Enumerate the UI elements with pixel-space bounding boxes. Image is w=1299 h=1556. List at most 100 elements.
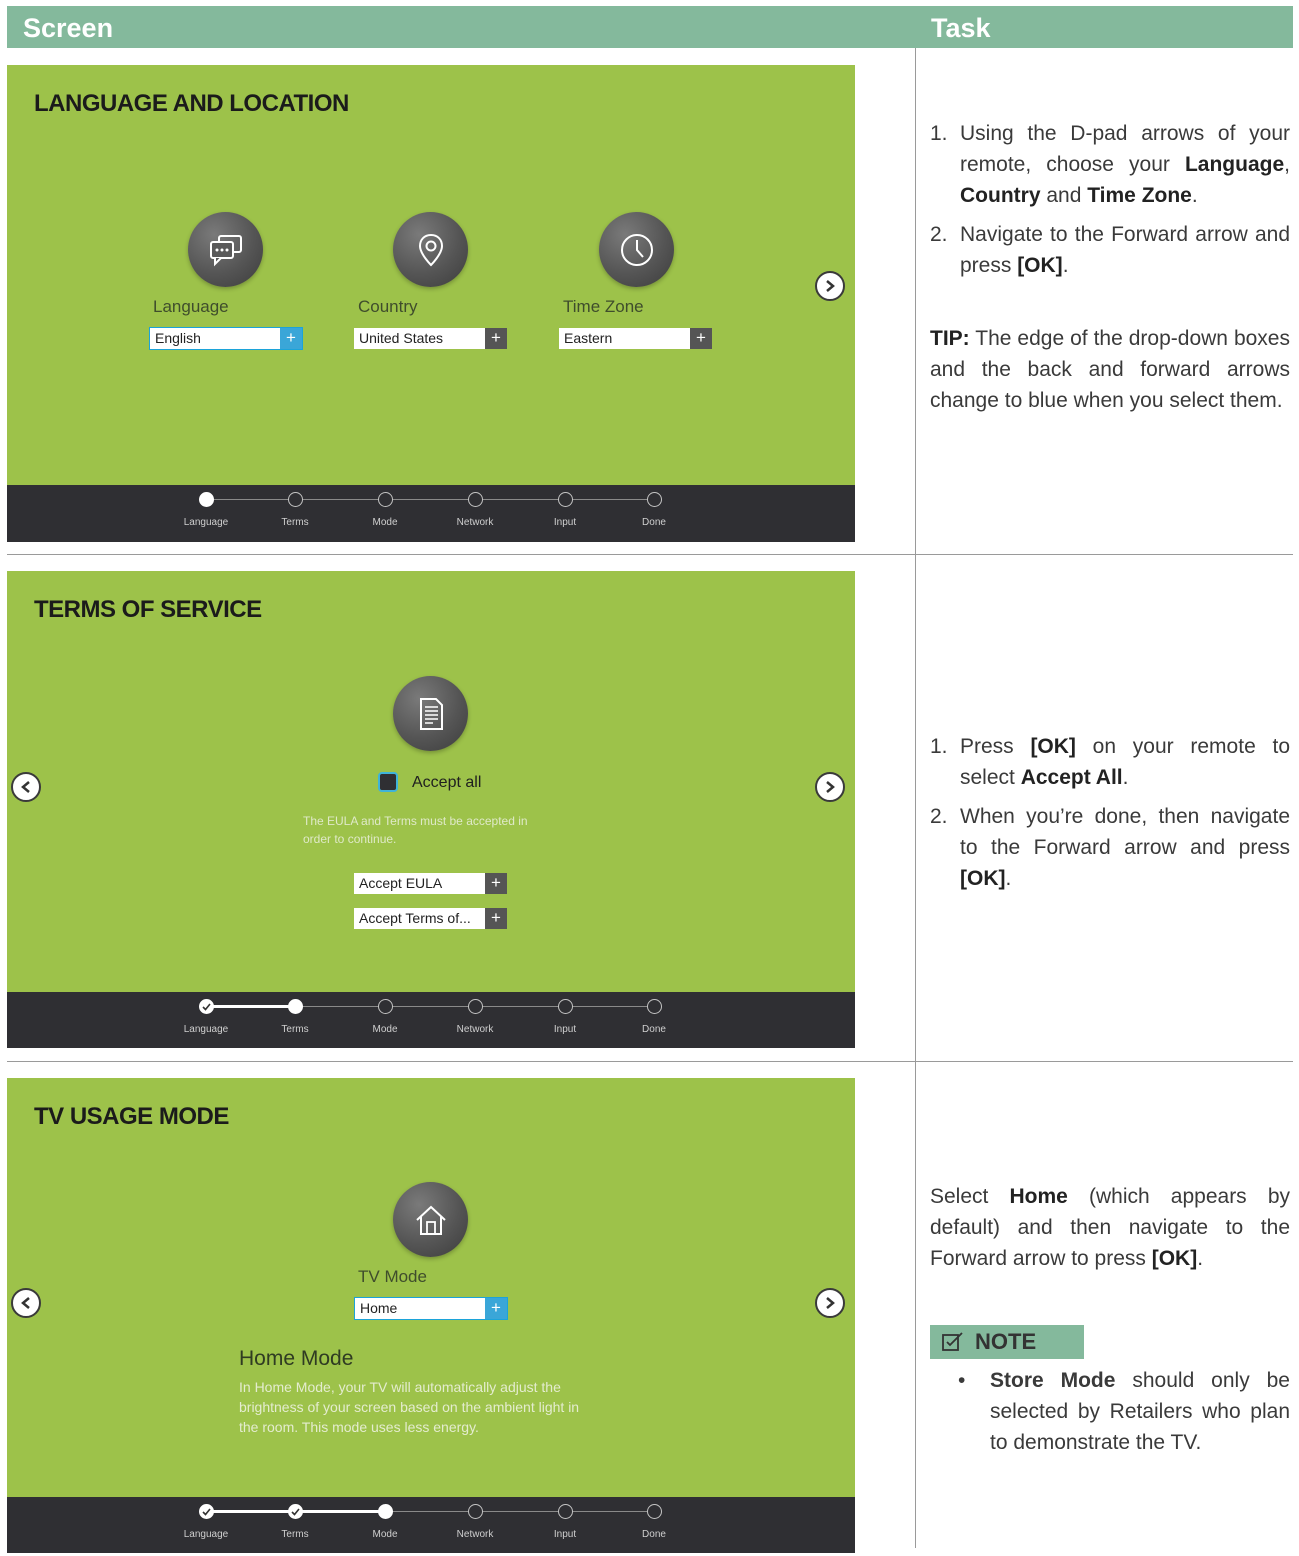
- forward-arrow-button[interactable]: [815, 772, 845, 802]
- bullet: •: [958, 1369, 966, 1392]
- task-instructions-language: 1. Using the D-pad arrows of your remote,…: [930, 118, 1290, 416]
- note-label: NOTE: [975, 1329, 1037, 1354]
- note-text: • Store Mode should only be selected by …: [958, 1365, 1290, 1458]
- progress-bar: Language Terms Mode Network Input Done: [7, 1497, 855, 1553]
- step-dot-terms: [288, 492, 303, 507]
- accept-all-label: Accept all: [412, 774, 482, 791]
- country-label: Country: [358, 297, 418, 316]
- language-location-screen: LANGUAGE AND LOCATION Language English +…: [7, 65, 855, 542]
- step-dot-done: [647, 1504, 662, 1519]
- row-divider: [7, 1061, 1293, 1062]
- step-label: Mode: [372, 1024, 398, 1035]
- clock-icon: [599, 212, 674, 287]
- document-icon: [393, 676, 468, 751]
- step-label: Mode: [372, 517, 398, 528]
- step-label: Input: [553, 1024, 577, 1035]
- country-dropdown[interactable]: United States +: [354, 328, 507, 349]
- home-mode-title: Home Mode: [239, 1347, 354, 1370]
- time-zone-label: Time Zone: [563, 297, 644, 316]
- step-dot-input: [558, 1504, 573, 1519]
- accept-all-checkbox[interactable]: [378, 772, 398, 792]
- table-header: Screen Task: [7, 6, 1293, 48]
- step-dot-network: [468, 492, 483, 507]
- screen-title: TV USAGE MODE: [34, 1103, 229, 1130]
- step-label: Language: [183, 1024, 229, 1035]
- progress-fill: [206, 1005, 295, 1008]
- forward-arrow-button[interactable]: [815, 271, 845, 301]
- screen-title: LANGUAGE AND LOCATION: [34, 90, 349, 117]
- step-label: Input: [553, 517, 577, 528]
- task-step: 1. Press [OK] on your remote to select Ac…: [930, 735, 1291, 789]
- eula-note: The EULA and Terms must be accepted in o…: [303, 814, 528, 846]
- country-value: United States: [359, 330, 444, 346]
- task-instructions-terms: 1. Press [OK] on your remote to select Ac…: [930, 731, 1290, 902]
- step-dot-network: [468, 1504, 483, 1519]
- chevron-right-icon: [826, 781, 835, 793]
- task-step: 2. When you’re done, then navigate to the…: [930, 805, 1290, 890]
- step-dot-mode: [378, 492, 393, 507]
- check-icon: [291, 1508, 300, 1516]
- language-dropdown[interactable]: English +: [149, 327, 303, 350]
- step-label: Terms: [281, 1529, 309, 1540]
- time-zone-value: Eastern: [564, 330, 613, 346]
- progress-bar: Language Terms Mode Network Input Done: [7, 992, 855, 1048]
- step-dot-terms: [288, 1504, 303, 1519]
- step-label: Network: [456, 1529, 494, 1540]
- step-label: Language: [183, 1529, 229, 1540]
- accept-eula-dropdown[interactable]: Accept EULA +: [354, 873, 507, 894]
- back-arrow-button[interactable]: [11, 772, 41, 802]
- plus-icon: +: [280, 328, 302, 349]
- check-icon: [202, 1003, 211, 1011]
- chevron-right-icon: [826, 280, 835, 292]
- step-label: Input: [553, 1529, 577, 1540]
- tv-mode-label: TV Mode: [358, 1267, 427, 1286]
- terms-of-service-screen: TERMS OF SERVICE Accept all The EULA and…: [7, 571, 855, 1048]
- row-divider: [7, 554, 1293, 555]
- tv-mode-value: Home: [360, 1300, 398, 1316]
- step-label: Terms: [281, 1024, 309, 1035]
- note-checkbox-icon: [942, 1332, 963, 1351]
- accept-eula-value: Accept EULA: [359, 875, 443, 891]
- plus-icon: +: [485, 873, 507, 894]
- step-dot-mode: [378, 1504, 393, 1519]
- screen-title: TERMS OF SERVICE: [34, 596, 262, 623]
- step-dot-language: [199, 492, 214, 507]
- header-screen: Screen: [23, 13, 114, 43]
- home-icon: [393, 1182, 468, 1257]
- time-zone-dropdown[interactable]: Eastern +: [559, 328, 712, 349]
- chevron-left-icon: [21, 1297, 30, 1309]
- step-dot-language: [199, 1504, 214, 1519]
- step-dot-done: [647, 492, 662, 507]
- note-header: NOTE: [930, 1325, 1084, 1359]
- progress-bar: Language Terms Mode Network Input Done: [7, 485, 855, 542]
- task-step: 1. Using the D-pad arrows of your remote,…: [930, 122, 1290, 207]
- step-label: Network: [456, 1024, 494, 1035]
- step-dot-language: [199, 999, 214, 1014]
- step-label: Done: [642, 517, 666, 528]
- plus-icon: +: [485, 1298, 507, 1319]
- step-label: Language: [183, 517, 229, 528]
- forward-arrow-button[interactable]: [815, 1288, 845, 1318]
- back-arrow-button[interactable]: [11, 1288, 41, 1318]
- home-mode-description: In Home Mode, your TV will automatically…: [239, 1379, 580, 1435]
- step-dot-done: [647, 999, 662, 1014]
- language-value: English: [155, 330, 201, 346]
- step-label: Done: [642, 1024, 666, 1035]
- step-label: Mode: [372, 1529, 398, 1540]
- step-dot-network: [468, 999, 483, 1014]
- language-label: Language: [153, 297, 229, 316]
- step-dot-terms: [288, 999, 303, 1014]
- plus-icon: +: [485, 908, 507, 929]
- accept-terms-value: Accept Terms of...: [359, 910, 471, 926]
- plus-icon: +: [690, 328, 712, 349]
- step-dot-mode: [378, 999, 393, 1014]
- tip-text: TIP: The edge of the drop-down boxes and…: [930, 327, 1290, 412]
- task-text: Select Home (which appears by default) a…: [930, 1185, 1290, 1270]
- tv-mode-dropdown[interactable]: Home +: [354, 1297, 508, 1320]
- accept-terms-dropdown[interactable]: Accept Terms of... +: [354, 908, 507, 929]
- chat-bubbles-icon: [188, 212, 263, 287]
- chevron-left-icon: [21, 781, 30, 793]
- plus-icon: +: [485, 328, 507, 349]
- task-step: 2. Navigate to the Forward arrow and pres…: [930, 223, 1290, 277]
- step-label: Terms: [281, 517, 309, 528]
